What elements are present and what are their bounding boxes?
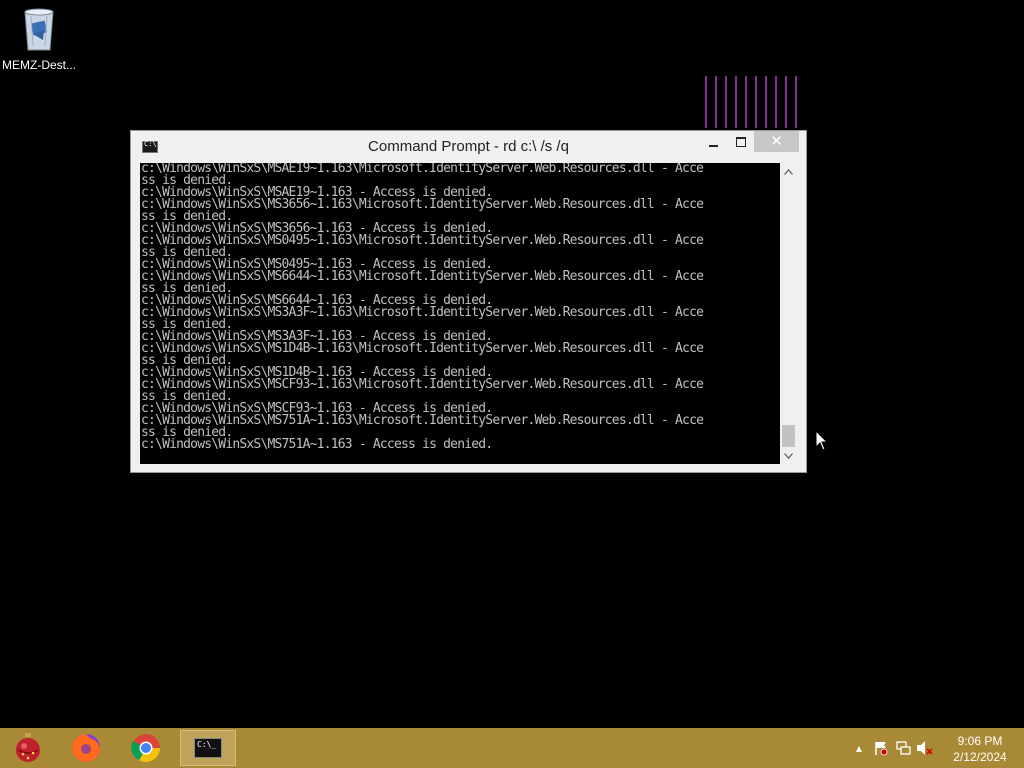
- system-tray: ▲: [848, 728, 936, 768]
- ornament-icon: [16, 733, 40, 762]
- console-line: c:\Windows\WinSxS\MS0495~1.163\Microsoft…: [141, 233, 704, 248]
- scroll-down-button[interactable]: [780, 447, 797, 464]
- clock-time: 9:06 PM: [957, 734, 1003, 748]
- console-line: c:\Windows\WinSxS\MS6644~1.163\Microsoft…: [141, 269, 704, 284]
- volume-muted-icon[interactable]: [914, 738, 936, 758]
- clock-date: 2/12/2024: [953, 750, 1007, 764]
- close-icon: ✕: [770, 132, 783, 150]
- console-line: c:\Windows\WinSxS\MSCF93~1.163\Microsoft…: [141, 377, 704, 392]
- taskbar-item-chrome[interactable]: [118, 730, 174, 766]
- console-line: c:\Windows\WinSxS\MS3656~1.163\Microsoft…: [141, 197, 704, 212]
- action-center-flag-icon[interactable]: [870, 738, 892, 758]
- desktop-icon-recycle-bin[interactable]: MEMZ-Dest...: [0, 4, 78, 76]
- vertical-scrollbar[interactable]: [780, 163, 797, 464]
- scroll-thumb[interactable]: [782, 425, 795, 447]
- glitch-lines: [705, 76, 797, 128]
- chevron-down-icon: [784, 452, 793, 459]
- command-prompt-window[interactable]: Command Prompt - rd c:\ /s /q ✕ c:\Windo…: [130, 130, 807, 473]
- console-output[interactable]: c:\Windows\WinSxS\MSAE19~1.163\Microsoft…: [140, 163, 780, 464]
- title-bar[interactable]: Command Prompt - rd c:\ /s /q ✕: [131, 131, 806, 163]
- close-button[interactable]: ✕: [754, 131, 799, 152]
- minimize-button[interactable]: [700, 131, 727, 152]
- chrome-icon: [131, 734, 160, 762]
- recycle-bin-icon: [24, 8, 54, 51]
- desktop-icon-label: MEMZ-Dest...: [2, 58, 76, 72]
- mouse-cursor-icon: [815, 430, 829, 451]
- console-line: c:\Windows\WinSxS\MS751A~1.163\Microsoft…: [141, 413, 704, 428]
- chevron-up-icon: [784, 168, 793, 175]
- taskbar: ▲ 9:06 PM 2/12/2024: [0, 728, 1024, 768]
- system-clock[interactable]: 9:06 PM 2/12/2024: [944, 733, 1016, 765]
- taskbar-item-command-prompt[interactable]: [180, 730, 236, 766]
- taskbar-item-memz[interactable]: [0, 730, 56, 766]
- desktop: MEMZ-Dest... Command Prompt - rd c:\ /s …: [0, 0, 1024, 728]
- console-text: c:\Windows\WinSxS\MSAE19~1.163\Microsoft…: [140, 163, 780, 451]
- cmd-icon: [194, 738, 222, 758]
- console-line: c:\Windows\WinSxS\MS3A3F~1.163\Microsoft…: [141, 305, 704, 320]
- console-line: c:\Windows\WinSxS\MSAE19~1.163\Microsoft…: [141, 163, 704, 176]
- console-line: c:\Windows\WinSxS\MS1D4B~1.163\Microsoft…: [141, 341, 704, 356]
- console-line: c:\Windows\WinSxS\MS751A~1.163 - Access …: [141, 437, 493, 452]
- firefox-icon: [72, 734, 100, 762]
- scroll-up-button[interactable]: [780, 163, 797, 180]
- network-icon[interactable]: [892, 738, 914, 758]
- tray-overflow-icon[interactable]: ▲: [848, 738, 870, 758]
- maximize-button[interactable]: [727, 131, 754, 152]
- taskbar-item-firefox[interactable]: [58, 730, 114, 766]
